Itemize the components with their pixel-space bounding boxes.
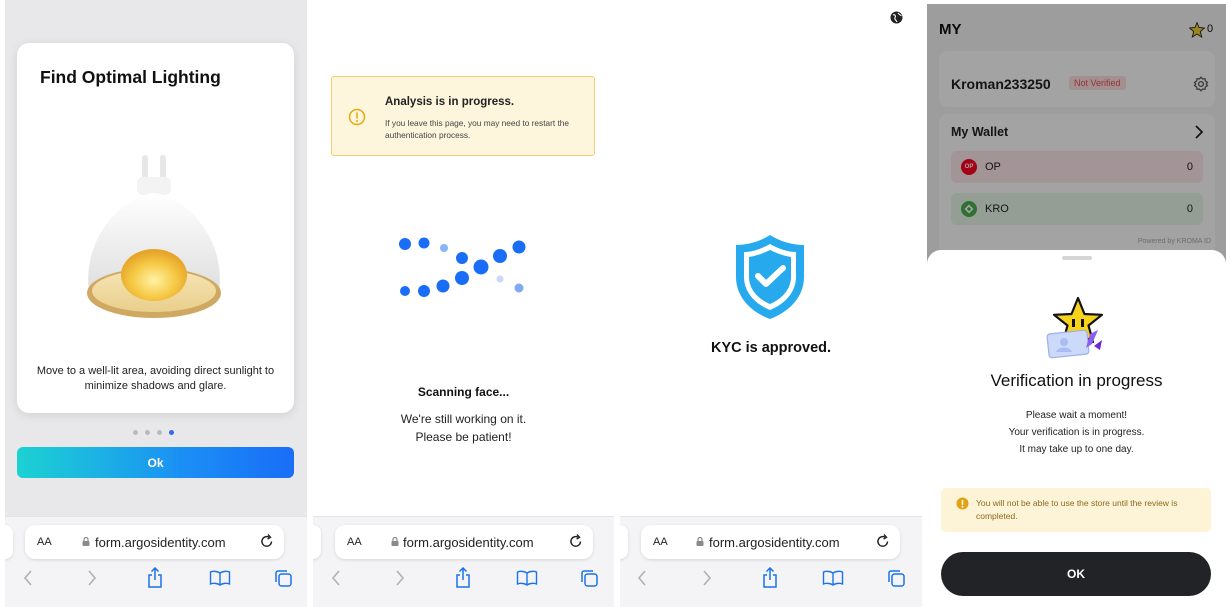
kyc-status-text: KYC is approved.: [710, 340, 832, 356]
scanning-screen: Analysis is in progress. If you leave th…: [313, 0, 614, 607]
pager-dots: [133, 430, 174, 435]
browser-chrome: AA form.argosidentity.com: [313, 516, 614, 607]
forward-icon[interactable]: [395, 569, 405, 587]
sheet-title: Verification in progress: [990, 371, 1163, 390]
reload-icon[interactable]: [569, 533, 583, 549]
forward-icon[interactable]: [87, 569, 97, 587]
back-icon[interactable]: [637, 569, 647, 587]
scan-message-line: Please be patient!: [415, 430, 512, 444]
shield-check-icon: [736, 235, 804, 319]
tip-card: Find Optimal Lighting Move to a well-lit…: [17, 43, 294, 413]
scan-message-line: We're still working on it.: [400, 412, 527, 426]
lock-icon: [82, 537, 90, 546]
scan-status-title: Scanning face...: [417, 385, 510, 399]
lock-icon: [696, 537, 704, 546]
lock-icon: [391, 537, 399, 546]
pager-dot[interactable]: [133, 430, 138, 435]
scan-dot: [514, 283, 524, 293]
tip-title: Find Optimal Lighting: [40, 67, 221, 87]
tip-description: Move to a well-lit area, avoiding direct…: [36, 365, 275, 392]
bookmarks-icon[interactable]: [822, 570, 844, 586]
screenshot-collage: Find Optimal Lighting Move to a well-lit…: [0, 0, 1231, 607]
scan-dot: [496, 275, 504, 283]
sheet-message-line: Please wait a moment!: [1025, 410, 1128, 421]
scan-dot: [493, 249, 507, 263]
alert-title: Analysis is in progress.: [385, 96, 515, 108]
verification-bottom-sheet: Verification in progress Please wait a m…: [927, 250, 1226, 607]
scan-dot: [455, 271, 469, 285]
url-text[interactable]: form.argosidentity.com: [709, 535, 840, 550]
lamp-illustration: [87, 155, 221, 318]
reader-text-size-button[interactable]: AA: [347, 536, 362, 548]
progress-alert: Analysis is in progress. If you leave th…: [331, 76, 595, 156]
url-text[interactable]: form.argosidentity.com: [403, 535, 534, 550]
scan-dot: [418, 237, 430, 249]
alert-body: If you leave this page, you may need to …: [385, 118, 570, 140]
reader-text-size-button[interactable]: AA: [653, 536, 668, 548]
share-icon[interactable]: [455, 567, 471, 589]
sheet-message-line: Your verification is in progress.: [1008, 427, 1145, 438]
back-icon[interactable]: [331, 569, 341, 587]
warning-text: You will not be able to use the store un…: [976, 498, 1178, 521]
adjacent-tab[interactable]: [5, 525, 13, 559]
reader-text-size-button[interactable]: AA: [37, 536, 52, 548]
scan-dot: [436, 279, 450, 293]
scan-dot: [440, 244, 448, 252]
scan-dot: [456, 252, 468, 264]
url-text[interactable]: form.argosidentity.com: [95, 535, 226, 550]
modal-backdrop[interactable]: [927, 4, 1226, 274]
scan-dot: [512, 240, 526, 254]
pager-dot-active[interactable]: [169, 430, 174, 435]
tabs-icon[interactable]: [580, 569, 599, 588]
my-page-screen: MY 0 Kroman233250 Not Verified My Wallet…: [927, 0, 1226, 607]
bookmarks-icon[interactable]: [516, 570, 538, 586]
share-icon[interactable]: [762, 567, 778, 589]
lighting-tips-screen: Find Optimal Lighting Move to a well-lit…: [5, 0, 307, 607]
tabs-icon[interactable]: [887, 569, 906, 588]
scan-dot: [399, 238, 411, 250]
back-icon[interactable]: [23, 569, 33, 587]
address-bar[interactable]: AA form.argosidentity.com: [335, 525, 593, 559]
address-bar[interactable]: AA form.argosidentity.com: [641, 525, 900, 559]
sheet-message-line: It may take up to one day.: [1019, 444, 1134, 455]
bookmarks-icon[interactable]: [209, 570, 231, 586]
reload-icon[interactable]: [260, 533, 274, 549]
info-circle-icon: [348, 108, 366, 126]
scan-status-message: We're still working on it. Please be pat…: [313, 410, 614, 446]
store-warning-banner: You will not be able to use the store un…: [941, 488, 1211, 532]
warning-icon: [956, 497, 969, 510]
browser-chrome: AA form.argosidentity.com: [5, 516, 307, 607]
pager-dot[interactable]: [157, 430, 162, 435]
verification-illustration: [1046, 296, 1104, 359]
ok-button[interactable]: Ok: [17, 447, 294, 478]
scan-dot: [473, 259, 489, 275]
ok-button[interactable]: OK: [941, 552, 1211, 596]
tabs-icon[interactable]: [274, 569, 293, 588]
pager-dot[interactable]: [145, 430, 150, 435]
browser-toolbar: [313, 567, 614, 593]
browser-chrome: AA form.argosidentity.com: [620, 516, 922, 607]
sheet-message: Please wait a moment! Your verification …: [927, 407, 1226, 458]
scan-dot: [418, 285, 430, 297]
address-bar[interactable]: AA form.argosidentity.com: [25, 525, 284, 559]
adjacent-tab[interactable]: [313, 525, 321, 559]
browser-toolbar: [620, 567, 922, 593]
share-icon[interactable]: [147, 567, 163, 589]
kyc-approved-screen: KYC is approved. AA form.argosidentity.c…: [620, 0, 922, 607]
forward-icon[interactable]: [702, 569, 712, 587]
scan-dot: [400, 286, 410, 296]
language-globe-icon[interactable]: [890, 11, 903, 24]
reload-icon[interactable]: [876, 533, 890, 549]
scanning-dots-animation: [399, 237, 526, 297]
adjacent-tab[interactable]: [620, 525, 628, 559]
sheet-grabber[interactable]: [1062, 256, 1092, 260]
browser-toolbar: [5, 567, 307, 593]
